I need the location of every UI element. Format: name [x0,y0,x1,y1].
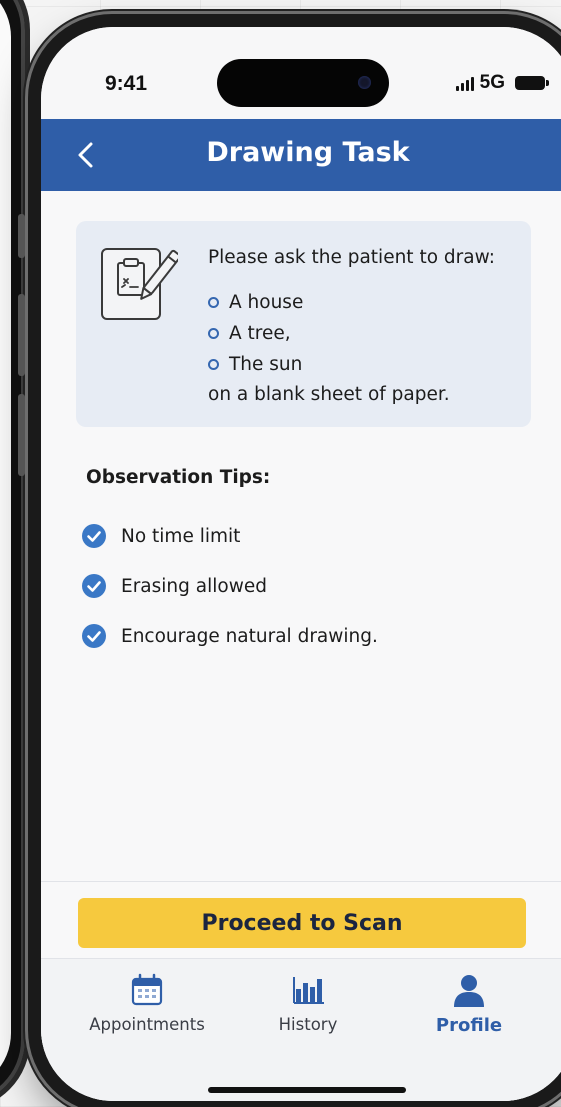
background-phone [0,0,34,1107]
phone-volume-down-button [18,394,25,476]
tab-profile[interactable]: Profile [389,973,549,1036]
tab-bar: Appointments History Profile [41,958,561,1101]
phone-volume-up-button [18,294,25,376]
task-label: The sun [229,354,303,375]
app-header: Drawing Task [41,119,561,191]
drawing-task-list: A house A tree, The sun [208,287,303,380]
status-bar: 9:41 5G [41,27,561,119]
task-label: A tree, [229,323,291,344]
check-circle-icon [82,624,106,648]
tips-heading: Observation Tips: [86,467,271,488]
list-item: A tree, [208,318,303,349]
drawing-prompt: Please ask the patient to draw: [208,247,495,268]
tip-label: No time limit [121,525,241,547]
tab-label: History [278,1015,338,1034]
person-icon [454,975,484,1007]
check-circle-icon [82,524,106,548]
bullet-icon [208,359,219,370]
tab-label: Profile [435,1015,503,1036]
calendar-icon [131,973,163,1006]
front-camera [358,76,371,89]
task-label: A house [229,292,304,313]
tip-item: No time limit [81,511,378,561]
phone-frame: 9:41 5G Drawing Task Please ask the pati… [18,14,561,1107]
status-time: 9:41 [105,72,148,95]
drawing-instruction-suffix: on a blank sheet of paper. [208,384,450,405]
tab-label: Appointments [89,1015,205,1034]
tip-item: Erasing allowed [81,561,378,611]
instruction-card: Please ask the patient to draw: A house … [76,221,531,427]
background-phone-screen [0,0,11,1091]
phone-screen: 9:41 5G Drawing Task Please ask the pati… [41,27,561,1101]
tab-history[interactable]: History [228,973,388,1034]
list-item: The sun [208,349,303,380]
check-circle-icon [82,574,106,598]
phone-action-button [18,214,25,258]
dynamic-island [217,59,389,107]
tip-label: Erasing allowed [121,575,267,597]
home-indicator [208,1087,406,1093]
screenshot-stage: 9:41 5G Drawing Task Please ask the pati… [0,0,561,1107]
bar-chart-icon [293,977,324,1004]
page-title: Drawing Task [206,137,410,168]
list-item: A house [208,287,303,318]
clipboard-pencil-icon [101,248,178,320]
divider [41,881,561,882]
cellular-signal-icon [455,75,474,91]
battery-icon [515,76,549,90]
tip-item: Encourage natural drawing. [81,611,378,661]
tab-appointments[interactable]: Appointments [67,973,227,1034]
tip-label: Encourage natural drawing. [121,625,378,647]
observation-tips-list: No time limit Erasing allowed Encourage … [81,511,378,661]
bullet-icon [208,297,219,308]
bullet-icon [208,328,219,339]
network-type: 5G [479,72,505,93]
status-indicators: 5G [455,72,549,94]
proceed-to-scan-button[interactable]: Proceed to Scan [78,898,526,948]
